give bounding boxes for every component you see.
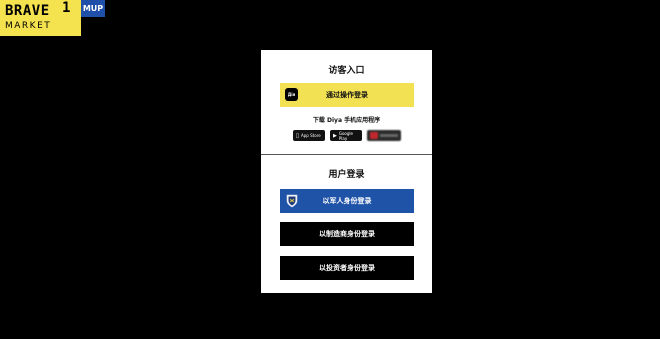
- google-play-icon: ▶: [333, 132, 337, 139]
- user-login-title: 用户登录: [328, 170, 365, 180]
- store-badge-icon: [370, 132, 378, 139]
- investor-login-button[interactable]: 以投资者身份登录: [280, 256, 414, 280]
- military-login-label: 以军人身份登录: [322, 197, 372, 205]
- section-divider: [261, 154, 432, 155]
- google-play-label: Google Play: [338, 130, 353, 141]
- brave1-market-logo[interactable]: BRAVE 1 MARKET: [0, 0, 81, 36]
- mup-badge: MUP: [81, 0, 105, 17]
- store-badge-placeholder: [380, 134, 398, 137]
- diia-login-label: 通过操作登录: [326, 91, 368, 99]
- logo-one-text: 1: [62, 0, 71, 16]
- logo-brave-text: BRAVE: [5, 3, 50, 19]
- page: BRAVE 1 MARKET MUP 访客入口 Дія 通过操作登录 下载 Di…: [0, 0, 660, 339]
- app-store-label: App Store: [298, 133, 321, 138]
- investor-login-label: 以投资者身份登录: [319, 264, 375, 272]
- third-store-button[interactable]: [367, 130, 401, 141]
- diia-login-button[interactable]: Дія 通过操作登录: [280, 83, 414, 107]
- guest-entry-title: 访客入口: [328, 66, 365, 76]
- apple-icon: : [296, 133, 299, 139]
- logo-market-text: MARKET: [5, 21, 52, 31]
- military-login-button[interactable]: 以军人身份登录: [280, 189, 414, 213]
- manufacturer-login-label: 以制造商身份登录: [319, 230, 375, 238]
- app-store-button[interactable]:  App Store: [293, 130, 325, 141]
- login-panel: 访客入口 Дія 通过操作登录 下载 Diya 手机应用程序  App Sto…: [261, 50, 432, 293]
- google-play-button[interactable]: ▶ Google Play: [330, 130, 362, 141]
- shield-icon: [286, 194, 298, 208]
- manufacturer-login-button[interactable]: 以制造商身份登录: [280, 222, 414, 246]
- download-app-text: 下载 Diya 手机应用程序: [312, 117, 381, 124]
